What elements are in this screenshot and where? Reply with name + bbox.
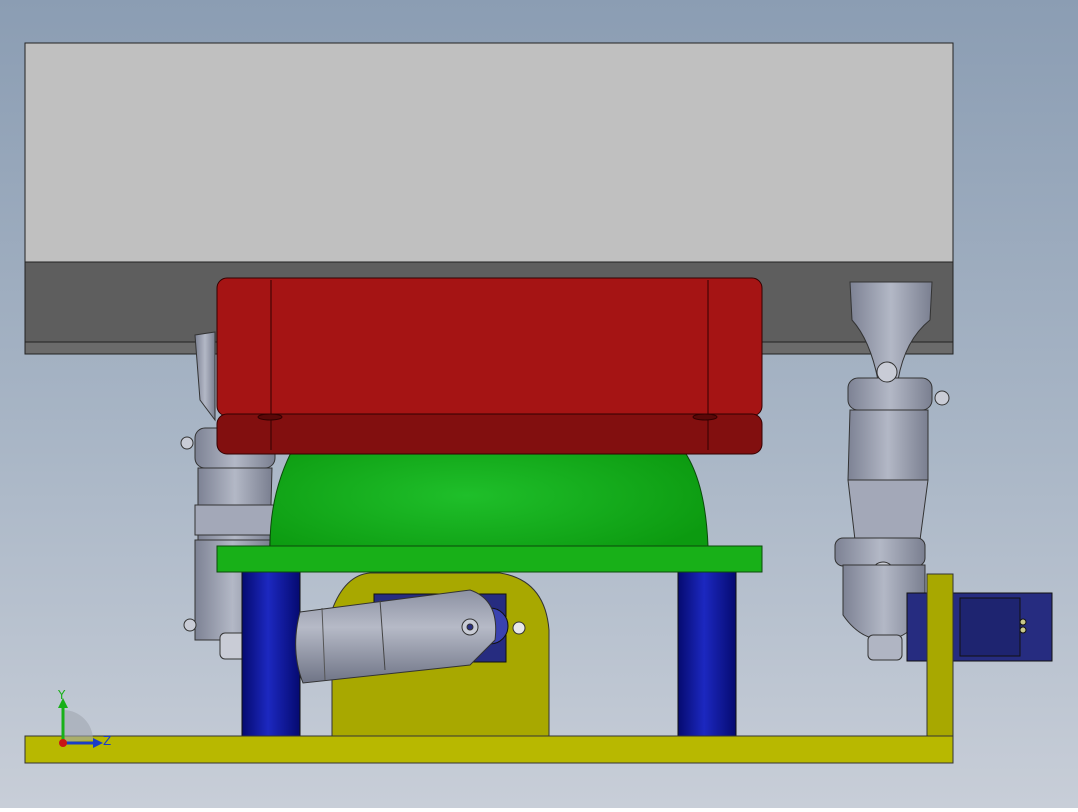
z-axis-label: Z: [103, 734, 111, 748]
x-axis-origin: [59, 739, 67, 747]
cad-viewport[interactable]: Y Z: [0, 0, 1078, 808]
blue-column-left: [241, 571, 301, 737]
y-axis-label: Y: [57, 688, 66, 702]
yellow-base-plate[interactable]: [24, 735, 954, 764]
cad-model-drawing[interactable]: Y Z: [0, 0, 1078, 808]
coordinate-triad: Y Z: [57, 688, 111, 748]
yellow-right-upright[interactable]: [926, 573, 954, 738]
green-base-plate[interactable]: [216, 545, 763, 573]
red-mounting-plate[interactable]: [216, 277, 763, 455]
blue-column-right: [677, 571, 737, 737]
upper-platform-block: [24, 42, 954, 263]
